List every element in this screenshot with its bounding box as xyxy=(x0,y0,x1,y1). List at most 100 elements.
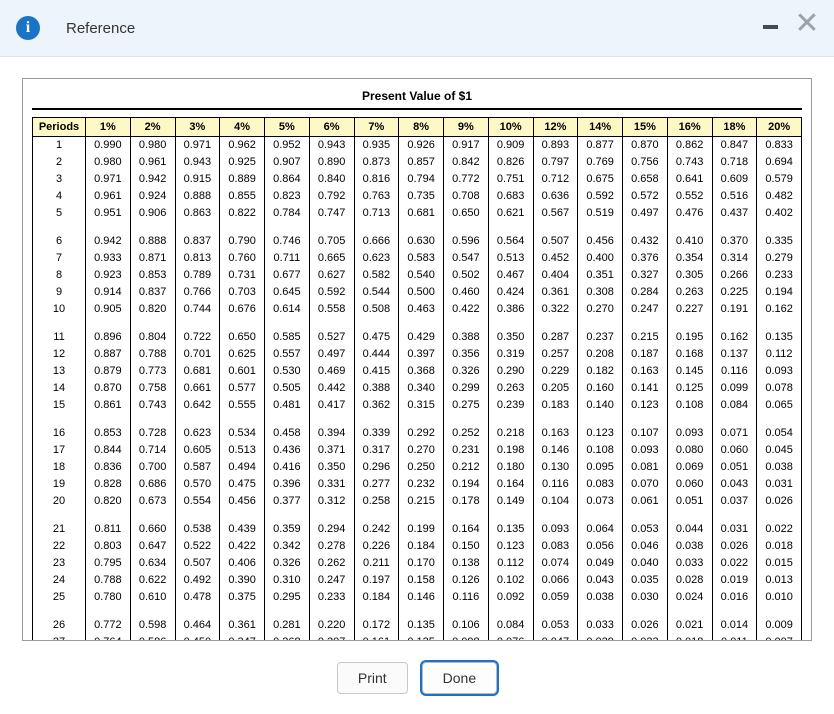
table-spacer-cell xyxy=(219,414,265,425)
factor-cell: 0.598 xyxy=(129,617,176,634)
factor-cell: 0.310 xyxy=(264,572,310,589)
factor-cell: 0.024 xyxy=(666,589,713,606)
factor-cell: 0.788 xyxy=(129,346,176,363)
table-spacer-cell xyxy=(353,414,400,425)
factor-cell: 0.622 xyxy=(129,572,176,589)
factor-cell: 0.410 xyxy=(666,233,713,250)
table-row: 2 0.980 0.961 0.943 0.925 0.907 0.890 0.873 0.85… xyxy=(32,154,802,171)
factor-cell: 0.804 xyxy=(129,329,176,346)
factor-cell: 0.797 xyxy=(532,154,579,171)
table-spacer-cell xyxy=(622,606,668,617)
factor-cell: 0.906 xyxy=(129,205,176,222)
table-spacer-cell xyxy=(264,606,310,617)
factor-cell: 0.743 xyxy=(129,397,176,414)
factor-cell: 0.227 xyxy=(666,301,713,318)
factor-cell: 0.422 xyxy=(443,301,489,318)
table-row: 14 0.870 0.758 0.661 0.577 0.505 0.442 0.388 0.3… xyxy=(32,380,802,397)
table-spacer-cell xyxy=(129,606,176,617)
table-spacer-cell xyxy=(308,510,355,521)
factor-cell: 0.064 xyxy=(577,521,623,538)
factor-cell: 0.855 xyxy=(219,188,265,205)
factor-cell: 0.540 xyxy=(398,267,444,284)
factor-cell: 0.926 xyxy=(398,136,444,154)
col-header-rate: 4% xyxy=(219,117,265,137)
table-row: 3 0.971 0.942 0.915 0.889 0.864 0.840 0.816 0.79… xyxy=(32,171,802,188)
factor-cell: 0.112 xyxy=(756,346,802,363)
factor-cell: 0.140 xyxy=(577,397,623,414)
factor-cell: 0.023 xyxy=(622,634,668,640)
factor-cell: 0.339 xyxy=(353,425,400,442)
period-cell: 11 xyxy=(32,329,86,346)
factor-cell: 0.961 xyxy=(129,154,176,171)
factor-cell: 0.951 xyxy=(85,205,131,222)
factor-cell: 0.744 xyxy=(174,301,221,318)
factor-cell: 0.104 xyxy=(532,493,579,510)
factor-cell: 0.513 xyxy=(487,250,534,267)
factor-cell: 0.009 xyxy=(756,617,802,634)
factor-cell: 0.713 xyxy=(353,205,400,222)
col-header-rate: 1% xyxy=(85,117,131,137)
factor-cell: 0.123 xyxy=(622,397,668,414)
factor-cell: 0.081 xyxy=(622,459,668,476)
factor-cell: 0.135 xyxy=(487,521,534,538)
factor-cell: 0.820 xyxy=(85,493,131,510)
factor-cell: 0.031 xyxy=(756,476,802,493)
factor-cell: 0.123 xyxy=(577,425,623,442)
factor-cell: 0.125 xyxy=(666,380,713,397)
factor-cell: 0.187 xyxy=(622,346,668,363)
factor-cell: 0.534 xyxy=(219,425,265,442)
factor-cell: 0.772 xyxy=(85,617,131,634)
factor-cell: 0.375 xyxy=(219,589,265,606)
factor-cell: 0.844 xyxy=(85,442,131,459)
factor-cell: 0.773 xyxy=(129,363,176,380)
factor-cell: 0.601 xyxy=(219,363,265,380)
factor-cell: 0.567 xyxy=(532,205,579,222)
factor-cell: 0.527 xyxy=(308,329,355,346)
col-header-rate: 12% xyxy=(532,117,579,137)
factor-cell: 0.292 xyxy=(398,425,444,442)
factor-cell: 0.864 xyxy=(264,171,310,188)
factor-cell: 0.275 xyxy=(443,397,489,414)
factor-cell: 0.907 xyxy=(264,154,310,171)
factor-cell: 0.502 xyxy=(443,267,489,284)
factor-cell: 0.863 xyxy=(174,205,221,222)
factor-cell: 0.172 xyxy=(353,617,400,634)
factor-cell: 0.388 xyxy=(443,329,489,346)
table-spacer-cell xyxy=(532,510,579,521)
factor-cell: 0.570 xyxy=(174,476,221,493)
factor-cell: 0.507 xyxy=(532,233,579,250)
factor-cell: 0.917 xyxy=(443,136,489,154)
table-spacer-cell xyxy=(219,510,265,521)
factor-cell: 0.296 xyxy=(353,459,400,476)
factor-cell: 0.554 xyxy=(174,493,221,510)
factor-cell: 0.463 xyxy=(398,301,444,318)
close-icon[interactable]: ✕ xyxy=(790,8,824,42)
done-button[interactable]: Done xyxy=(421,662,498,694)
table-spacer-cell xyxy=(756,222,802,233)
print-button[interactable]: Print xyxy=(336,662,408,694)
factor-cell: 0.557 xyxy=(264,346,310,363)
factor-cell: 0.596 xyxy=(443,233,489,250)
factor-cell: 0.054 xyxy=(756,425,802,442)
factor-cell: 0.980 xyxy=(85,154,131,171)
factor-cell: 0.018 xyxy=(756,538,802,555)
factor-cell: 0.350 xyxy=(487,329,534,346)
table-row: 19 0.828 0.686 0.570 0.475 0.396 0.331 0.277 0.2… xyxy=(32,476,802,493)
window-titlebar: i Reference ✕ xyxy=(0,0,834,57)
factor-cell: 0.290 xyxy=(487,363,534,380)
factor-cell: 0.853 xyxy=(85,425,131,442)
factor-cell: 0.888 xyxy=(129,233,176,250)
minimize-button[interactable] xyxy=(756,10,786,40)
factor-cell: 0.047 xyxy=(532,634,579,640)
factor-cell: 0.746 xyxy=(264,233,310,250)
factor-cell: 0.450 xyxy=(174,634,221,640)
factor-cell: 0.870 xyxy=(622,136,668,154)
period-cell: 5 xyxy=(32,205,86,222)
factor-cell: 0.766 xyxy=(174,284,221,301)
table-spacer-cell xyxy=(85,606,131,617)
factor-cell: 0.093 xyxy=(532,521,579,538)
factor-cell: 0.816 xyxy=(353,171,400,188)
factor-cell: 0.093 xyxy=(622,442,668,459)
table-spacer-cell xyxy=(398,606,444,617)
factor-cell: 0.287 xyxy=(532,329,579,346)
